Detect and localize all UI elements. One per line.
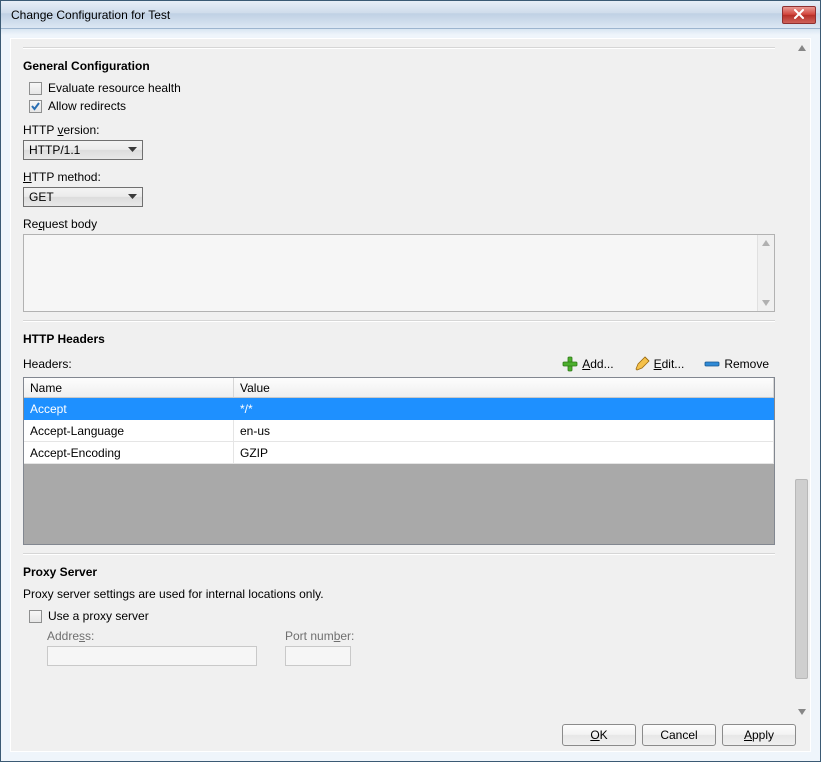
plus-icon [562, 356, 578, 372]
section-title-proxy: Proxy Server [23, 565, 775, 579]
allow-redirects-row: Allow redirects [29, 99, 775, 113]
scroll-down-icon [794, 704, 809, 720]
close-icon [793, 8, 805, 22]
scroll-thumb[interactable] [795, 479, 808, 679]
vertical-scrollbar[interactable] [793, 39, 810, 721]
allow-redirects-label: Allow redirects [48, 99, 126, 113]
evaluate-health-label: Evaluate resource health [48, 81, 181, 95]
http-version-combobox[interactable]: HTTP/1.1 [23, 140, 143, 160]
textarea-scrollbar[interactable] [757, 235, 774, 311]
divider [23, 553, 775, 555]
apply-button[interactable]: Apply [722, 724, 796, 746]
cancel-button[interactable]: Cancel [642, 724, 716, 746]
allow-redirects-checkbox[interactable] [29, 100, 42, 113]
remove-header-label: Remove [724, 357, 769, 371]
title-bar: Change Configuration for Test [1, 1, 820, 29]
headers-table-body: Accept*/*Accept-Languageen-usAccept-Enco… [24, 398, 774, 464]
divider [23, 320, 775, 322]
scroll-up-icon [794, 40, 809, 56]
dialog-window: Change Configuration for Test General Co… [0, 0, 821, 762]
scroll-down-icon [758, 295, 774, 311]
header-value-cell: */* [234, 398, 774, 420]
form-content: General Configuration Evaluate resource … [11, 39, 793, 721]
request-body-textarea[interactable] [23, 234, 775, 312]
edit-header-button[interactable]: Edit... [628, 354, 691, 374]
http-version-label: HTTP version: [23, 123, 775, 137]
divider [23, 47, 775, 49]
use-proxy-checkbox[interactable] [29, 610, 42, 623]
table-row[interactable]: Accept-Languageen-us [24, 420, 774, 442]
proxy-port-input[interactable] [285, 646, 351, 666]
header-name-cell: Accept-Language [24, 420, 234, 442]
header-value-cell: GZIP [234, 442, 774, 464]
proxy-address-input[interactable] [47, 646, 257, 666]
chevron-down-icon [124, 188, 140, 206]
evaluate-health-checkbox[interactable] [29, 82, 42, 95]
proxy-port-label: Port number: [285, 629, 354, 643]
use-proxy-row: Use a proxy server [29, 609, 775, 623]
header-value-cell: en-us [234, 420, 774, 442]
client-area: General Configuration Evaluate resource … [1, 29, 820, 761]
section-title-general: General Configuration [23, 59, 775, 73]
table-row[interactable]: Accept*/* [24, 398, 774, 420]
window-title: Change Configuration for Test [11, 8, 782, 22]
header-name-cell: Accept [24, 398, 234, 420]
ok-button[interactable]: OK [562, 724, 636, 746]
col-header-name[interactable]: Name [24, 378, 234, 397]
evaluate-health-row: Evaluate resource health [29, 81, 775, 95]
scroll-area: General Configuration Evaluate resource … [11, 39, 810, 721]
section-title-headers: HTTP Headers [23, 332, 775, 346]
remove-header-button[interactable]: Remove [698, 354, 775, 374]
headers-table-head: Name Value [24, 378, 774, 398]
add-header-button[interactable]: Add... [556, 354, 619, 374]
col-header-value[interactable]: Value [234, 378, 774, 397]
dialog-footer: OK Cancel Apply [11, 721, 810, 751]
chevron-down-icon [124, 141, 140, 159]
minus-icon [704, 356, 720, 372]
proxy-hint: Proxy server settings are used for inter… [23, 587, 775, 601]
use-proxy-label: Use a proxy server [48, 609, 149, 623]
pencil-icon [634, 356, 650, 372]
header-name-cell: Accept-Encoding [24, 442, 234, 464]
proxy-address-label: Address: [47, 629, 257, 643]
proxy-fields: Address: Port number: [47, 629, 775, 666]
http-method-label: HTTP method: [23, 170, 775, 184]
content-panel: General Configuration Evaluate resource … [10, 38, 811, 752]
scroll-up-icon [758, 235, 774, 251]
proxy-address-field: Address: [47, 629, 257, 666]
headers-table: Name Value Accept*/*Accept-Languageen-us… [23, 377, 775, 545]
headers-label: Headers: [23, 357, 548, 371]
table-row[interactable]: Accept-EncodingGZIP [24, 442, 774, 464]
headers-toolbar: Headers: Add... Edit... [23, 354, 775, 374]
request-body-label: Request body [23, 217, 775, 231]
close-button[interactable] [782, 6, 816, 24]
http-method-combobox[interactable]: GET [23, 187, 143, 207]
proxy-port-field: Port number: [285, 629, 354, 666]
http-version-value: HTTP/1.1 [29, 143, 124, 157]
http-method-value: GET [29, 190, 124, 204]
